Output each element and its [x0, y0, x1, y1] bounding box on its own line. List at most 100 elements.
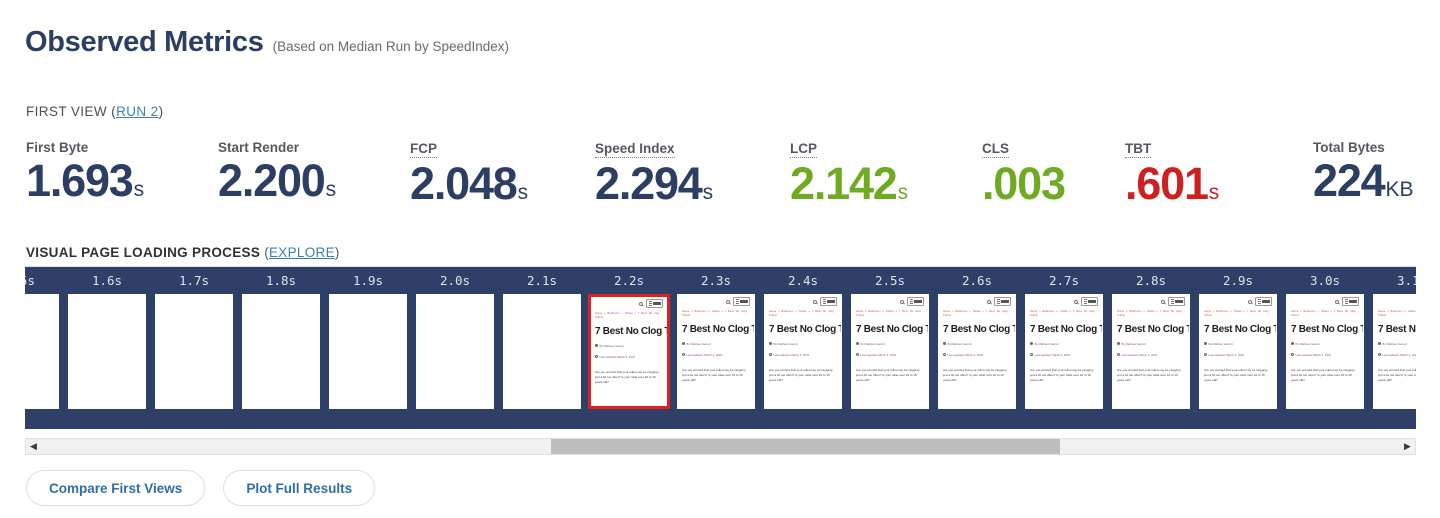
hamburger-menu-icon	[1081, 297, 1098, 306]
metric-unit: KB	[1385, 178, 1414, 201]
filmstrip-thumbnail[interactable]: Home » Bathroom » Toilets » 7 Best No Cl…	[677, 294, 755, 409]
filmstrip-thumbnail[interactable]	[503, 294, 581, 409]
filmstrip-frame[interactable]: 2.7s Home » Bathroom » Toilets » 7 Best N…	[1021, 267, 1107, 420]
filmstrip-thumbnail[interactable]: Home » Bathroom » Toilets » 7 Best No Cl…	[851, 294, 929, 409]
explore-link[interactable]: EXPLORE	[269, 245, 335, 260]
filmstrip-frame[interactable]: 2.6s Home » Bathroom » Toilets » 7 Best N…	[934, 267, 1020, 420]
filmstrip-thumbnail[interactable]: Home » Bathroom » Toilets » 7 Best No Cl…	[1199, 294, 1277, 409]
metric-label[interactable]: Speed Index	[595, 141, 675, 158]
filmstrip-thumbnail[interactable]: Home » Bathroom » Toilets » 7 Best No Cl…	[1112, 294, 1190, 409]
thumbnail-updated: Last updated: March 4, 2023	[1117, 353, 1185, 358]
metric-number: 2.294	[595, 158, 703, 209]
thumbnail-author: By Matthew Garrett	[856, 342, 924, 347]
filmstrip-thumbnail[interactable]: Home » Bathroom » Toilets » 7 Best No Cl…	[1373, 294, 1416, 409]
thumbnail-breadcrumb: Home » Bathroom » Toilets » 7 Best No Cl…	[682, 310, 747, 317]
thumbnail-author: By Matthew Garrett	[1030, 342, 1098, 347]
filmstrip-frame[interactable]: 1.7s	[151, 267, 237, 420]
metric-unit: s	[1208, 181, 1220, 204]
visual-loading-title: VISUAL PAGE LOADING PROCESS (EXPLORE)	[26, 245, 340, 260]
metric-total-bytes: Total Bytes 224KB	[1313, 140, 1414, 209]
first-view-prefix: FIRST VIEW (	[26, 104, 117, 119]
first-view-label: FIRST VIEW (RUN 2)	[26, 104, 163, 119]
thumbnail-body-text: Are you worried that your toilet may be …	[1117, 367, 1181, 383]
metric-label[interactable]: FCP	[410, 141, 437, 158]
filmstrip-frame[interactable]: 1.6s	[64, 267, 150, 420]
observed-metrics-panel: Observed Metrics (Based on Median Run by…	[0, 0, 1440, 518]
filmstrip-frame-time: 2.6s	[961, 273, 993, 288]
filmstrip-frame-time: 2.1s	[526, 273, 558, 288]
thumbnail-author: By Matthew Garrett	[1291, 342, 1359, 347]
thumbnail-page-render: Home » Bathroom » Toilets » 7 Best No Cl…	[1374, 295, 1416, 408]
filmstrip-thumbnail[interactable]: Home » Bathroom » Toilets » 7 Best No Cl…	[764, 294, 842, 409]
metric-label[interactable]: TBT	[1125, 141, 1152, 158]
thumbnail-updated: Last updated: March 4, 2023	[943, 353, 1011, 358]
plot-full-results-button[interactable]: Plot Full Results	[223, 470, 376, 506]
thumbnail-topbar	[943, 297, 1011, 306]
filmstrip-frame[interactable]: 3.0s Home » Bathroom » Toilets » 7 Best N…	[1282, 267, 1368, 420]
filmstrip-thumbnail[interactable]: Home » Bathroom » Toilets » 7 Best No Cl…	[938, 294, 1016, 409]
scrollbar-track[interactable]	[41, 439, 1400, 454]
filmstrip-frame[interactable]: 1.9s	[325, 267, 411, 420]
filmstrip-thumbnail[interactable]	[416, 294, 494, 409]
filmstrip-frame[interactable]: 3.1s Home » Bathroom » Toilets » 7 Best N…	[1369, 267, 1416, 420]
metric-value: 1.693s	[26, 156, 218, 206]
metric-label[interactable]: CLS	[982, 141, 1009, 158]
thumbnail-breadcrumb: Home » Bathroom » Toilets » 7 Best No Cl…	[1030, 310, 1095, 317]
filmstrip-thumbnail[interactable]	[25, 294, 59, 409]
thumbnail-topbar	[682, 297, 750, 306]
thumbnail-author: By Matthew Garrett	[682, 342, 750, 347]
filmstrip-frame[interactable]: 2.0s	[412, 267, 498, 420]
metric-number: .601	[1125, 158, 1209, 209]
filmstrip-frame[interactable]: 2.4s Home » Bathroom » Toilets » 7 Best N…	[760, 267, 846, 420]
thumbnail-page-render: Home » Bathroom » Toilets » 7 Best No Cl…	[591, 297, 667, 406]
filmstrip-viewport[interactable]: 1.5s 1.6s 1.7s 1.8s 1.9s 2.0s 2.1s 2.2s Home » B…	[25, 266, 1416, 429]
thumbnail-updated: Last updated: March 4, 2023	[1378, 353, 1416, 358]
filmstrip-track[interactable]: 1.5s 1.6s 1.7s 1.8s 1.9s 2.0s 2.1s 2.2s Home » B…	[25, 267, 1416, 429]
filmstrip-thumbnail[interactable]	[155, 294, 233, 409]
scroll-right-arrow-icon[interactable]: ▶	[1400, 439, 1415, 454]
thumbnail-updated: Last updated: March 4, 2023	[682, 353, 750, 358]
filmstrip-frame-time: 2.4s	[787, 273, 819, 288]
thumbnail-page-render: Home » Bathroom » Toilets » 7 Best No Cl…	[1287, 295, 1363, 408]
filmstrip-thumbnail[interactable]	[242, 294, 320, 409]
filmstrip-frame[interactable]: 1.5s	[25, 267, 63, 420]
filmstrip-frame[interactable]: 2.3s Home » Bathroom » Toilets » 7 Best N…	[673, 267, 759, 420]
filmstrip-scrollbar[interactable]: ◀ ▶	[25, 438, 1416, 455]
filmstrip-thumbnail[interactable]: Home » Bathroom » Toilets » 7 Best No Cl…	[1025, 294, 1103, 409]
metric-unit: s	[517, 181, 529, 204]
filmstrip-frame[interactable]: 2.1s	[499, 267, 585, 420]
metric-value: 224KB	[1313, 156, 1414, 206]
filmstrip-frame[interactable]: 2.9s Home » Bathroom » Toilets » 7 Best N…	[1195, 267, 1281, 420]
filmstrip-thumbnail[interactable]	[68, 294, 146, 409]
scrollbar-thumb[interactable]	[550, 439, 1061, 454]
run-link[interactable]: RUN 2	[116, 104, 159, 119]
filmstrip-frame[interactable]: 2.5s Home » Bathroom » Toilets » 7 Best N…	[847, 267, 933, 420]
compare-first-views-button[interactable]: Compare First Views	[26, 470, 206, 506]
filmstrip-thumbnail-selected[interactable]: Home » Bathroom » Toilets » 7 Best No Cl…	[588, 294, 670, 409]
thumbnail-body-text: Are you worried that your toilet may be …	[769, 367, 833, 383]
hamburger-menu-icon	[1342, 297, 1359, 306]
filmstrip-thumbnail[interactable]: Home » Bathroom » Toilets » 7 Best No Cl…	[1286, 294, 1364, 409]
filmstrip-thumbnail[interactable]	[329, 294, 407, 409]
thumbnail-breadcrumb: Home » Bathroom » Toilets » 7 Best No Cl…	[769, 310, 834, 317]
filmstrip-frame-time: 2.0s	[439, 273, 471, 288]
metric-label[interactable]: LCP	[790, 141, 817, 158]
filmstrip-frame-time: 1.8s	[265, 273, 297, 288]
page-title: Observed Metrics	[25, 26, 264, 58]
filmstrip-frame-time: 2.3s	[700, 273, 732, 288]
thumbnail-heading: 7 Best No Clog Toilets	[1030, 324, 1102, 335]
thumbnail-heading: 7 Best No Clog Toilets	[1378, 324, 1416, 335]
metric-number: 2.048	[410, 158, 518, 209]
metric-start-render: Start Render 2.200s	[218, 140, 410, 209]
thumbnail-updated: Last updated: March 4, 2023	[769, 353, 837, 358]
filmstrip-frame[interactable]: 1.8s	[238, 267, 324, 420]
metric-first-byte: First Byte 1.693s	[26, 140, 218, 209]
scroll-left-arrow-icon[interactable]: ◀	[26, 439, 41, 454]
hamburger-menu-icon	[1168, 297, 1185, 306]
search-icon	[1161, 299, 1165, 304]
thumbnail-breadcrumb: Home » Bathroom » Toilets » 7 Best No Cl…	[1378, 310, 1416, 317]
filmstrip-frame[interactable]: 2.2s Home » Bathroom » Toilets » 7 Best N…	[586, 267, 672, 420]
explore-wrapper: (EXPLORE)	[264, 245, 339, 260]
filmstrip-frame-time: 2.2s	[613, 273, 645, 288]
filmstrip-frame[interactable]: 2.8s Home » Bathroom » Toilets » 7 Best N…	[1108, 267, 1194, 420]
